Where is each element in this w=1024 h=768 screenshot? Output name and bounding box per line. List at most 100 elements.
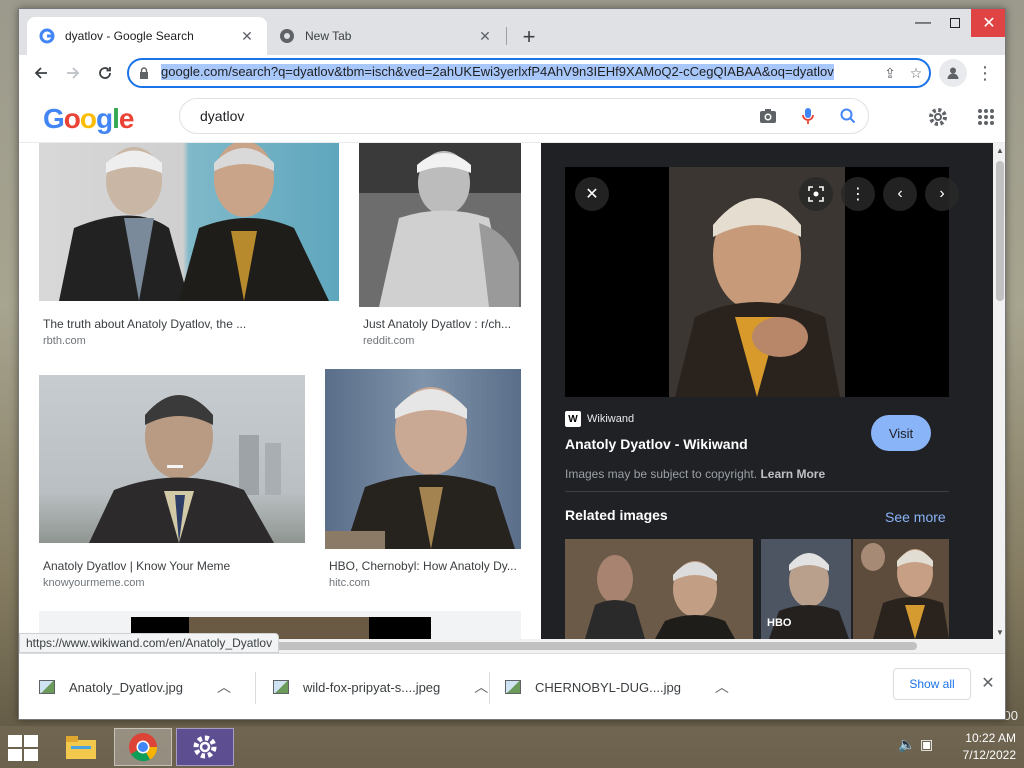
tab-close-icon[interactable]: ✕ [239, 28, 255, 44]
tab-new-tab[interactable]: New Tab ✕ [267, 17, 505, 55]
copyright-notice: Images may be subject to copyright. Lear… [565, 467, 825, 481]
reload-button[interactable] [91, 59, 119, 87]
forward-button[interactable] [59, 59, 87, 87]
profile-button[interactable] [939, 59, 967, 87]
result-source: hitc.com [329, 577, 370, 589]
google-logo[interactable]: Google [43, 103, 134, 135]
result-caption[interactable]: Anatoly Dyatlov | Know Your Meme [43, 559, 230, 573]
camera-search-icon[interactable] [748, 98, 788, 134]
search-query[interactable]: dyatlov [200, 108, 748, 124]
related-image-2[interactable]: HBO [761, 539, 851, 639]
download-filename: Anatoly_Dyatlov.jpg [69, 679, 183, 695]
back-button[interactable] [27, 59, 55, 87]
link-status-bar: https://www.wikiwand.com/en/Anatoly_Dyat… [19, 633, 280, 653]
download-item[interactable]: wild-fox-pripyat-s....jpeg ︿ [273, 664, 488, 710]
maximize-button[interactable] [939, 9, 971, 37]
show-all-downloads-button[interactable]: Show all [893, 668, 971, 700]
result-caption[interactable]: The truth about Anatoly Dyatlov, the ... [43, 317, 246, 331]
preview-divider [565, 491, 949, 492]
clock-time: 10:22 AM [965, 731, 1016, 745]
copyright-text: Images may be subject to copyright. [565, 467, 758, 481]
preview-source[interactable]: W Wikiwand [565, 411, 634, 427]
tab-separator [506, 27, 507, 45]
result-image-4[interactable] [325, 369, 521, 549]
preview-source-name: Wikiwand [587, 413, 635, 425]
lens-search-icon[interactable] [799, 177, 833, 211]
related-image-1[interactable] [565, 539, 753, 639]
see-more-link[interactable]: See more [885, 509, 946, 525]
tab-google-search[interactable]: dyatlov - Google Search ✕ [27, 17, 267, 55]
vertical-scroll-thumb[interactable] [996, 161, 1004, 301]
settings-gear-icon[interactable] [924, 103, 952, 131]
learn-more-link[interactable]: Learn More [760, 467, 825, 481]
image-preview-panel: ✕ ⋮ ‹ › W Wikiwand Anatoly Dyatlov - Wik… [541, 143, 993, 639]
scroll-down-icon[interactable]: ▼ [993, 625, 1005, 639]
chrome-menu-button[interactable]: ⋮ [971, 59, 999, 87]
horizontal-scroll-thumb[interactable] [267, 642, 917, 650]
hbo-badge: HBO [767, 617, 792, 629]
chevron-up-icon[interactable]: ︿ [474, 677, 488, 697]
windows-start-icon[interactable] [8, 735, 38, 761]
download-item[interactable]: Anatoly_Dyatlov.jpg ︿ [39, 664, 231, 710]
image-file-icon [505, 680, 521, 694]
microphone-icon[interactable] [788, 98, 828, 134]
tab-close-icon[interactable]: ✕ [477, 28, 493, 44]
next-image-icon[interactable]: › [925, 177, 959, 211]
scroll-up-icon[interactable]: ▲ [993, 143, 1005, 157]
wikiwand-logo-icon: W [565, 411, 581, 427]
download-item[interactable]: CHERNOBYL-DUG....jpg ︿ [505, 664, 729, 710]
result-image-2[interactable] [359, 143, 521, 307]
close-window-button[interactable]: ✕ [971, 9, 1005, 37]
related-image-3[interactable] [853, 539, 949, 639]
browser-toolbar: google.com/search?q=dyatlov&tbm=isch&ved… [19, 55, 1005, 91]
file-explorer-icon[interactable] [52, 728, 110, 766]
download-filename: wild-fox-pripyat-s....jpeg [303, 679, 441, 695]
result-image-1[interactable] [39, 143, 339, 301]
chrome-taskbar-icon[interactable] [114, 728, 172, 766]
previous-image-icon[interactable]: ‹ [883, 177, 917, 211]
clock-date: 7/12/2022 [962, 748, 1016, 762]
result-source: rbth.com [43, 335, 86, 347]
image-file-icon [273, 680, 289, 694]
share-icon[interactable]: ⇪ [877, 60, 903, 86]
url-text[interactable]: google.com/search?q=dyatlov&tbm=isch&ved… [161, 64, 834, 80]
preview-title[interactable]: Anatoly Dyatlov - Wikiwand [565, 436, 748, 452]
browser-window: dyatlov - Google Search ✕ New Tab ✕ + — … [18, 8, 1006, 720]
google-favicon-icon [39, 28, 55, 44]
result-caption[interactable]: Just Anatoly Dyatlov : r/ch... [363, 317, 511, 331]
vertical-scrollbar[interactable]: ▲ ▼ [993, 143, 1005, 639]
back-arrow-icon [34, 67, 47, 79]
lock-icon [139, 66, 153, 80]
google-header: Google dyatlov [19, 91, 1005, 143]
download-filename: CHERNOBYL-DUG....jpg [535, 679, 681, 695]
forward-arrow-icon [67, 67, 80, 79]
downloads-bar: Anatoly_Dyatlov.jpg ︿ wild-fox-pripyat-s… [19, 653, 1005, 719]
download-separator [489, 672, 490, 704]
download-separator [255, 672, 256, 704]
close-preview-icon[interactable]: ✕ [575, 177, 609, 211]
result-image-3[interactable] [39, 375, 305, 543]
result-source: knowyourmeme.com [43, 577, 145, 589]
search-box[interactable]: dyatlov [179, 98, 869, 134]
chevron-up-icon[interactable]: ︿ [217, 677, 231, 697]
visit-button[interactable]: Visit [871, 415, 931, 451]
network-icon[interactable]: ▣ [920, 736, 933, 753]
result-source: reddit.com [363, 335, 415, 347]
image-file-icon [39, 680, 55, 694]
result-caption[interactable]: HBO, Chernobyl: How Anatoly Dy... [329, 559, 517, 573]
taskbar-clock[interactable]: 10:22 AM 7/12/2022 [948, 730, 1016, 764]
new-tab-button[interactable]: + [515, 23, 543, 51]
address-bar[interactable]: google.com/search?q=dyatlov&tbm=isch&ved… [127, 58, 931, 88]
close-downloads-icon[interactable]: ✕ [977, 672, 999, 694]
page-content: Google dyatlov The truth about Anatoly D… [19, 91, 1005, 639]
more-options-icon[interactable]: ⋮ [841, 177, 875, 211]
minimize-button[interactable]: — [907, 9, 939, 37]
volume-muted-icon[interactable]: 🔈 [898, 736, 915, 753]
chevron-up-icon[interactable]: ︿ [715, 677, 729, 697]
chrome-favicon-icon [279, 28, 295, 44]
bookmark-star-icon[interactable]: ☆ [903, 60, 929, 86]
settings-taskbar-icon[interactable] [176, 728, 234, 766]
tab-strip: dyatlov - Google Search ✕ New Tab ✕ + — … [19, 9, 1005, 55]
search-icon[interactable] [828, 98, 868, 134]
apps-grid-icon[interactable] [972, 103, 1000, 131]
